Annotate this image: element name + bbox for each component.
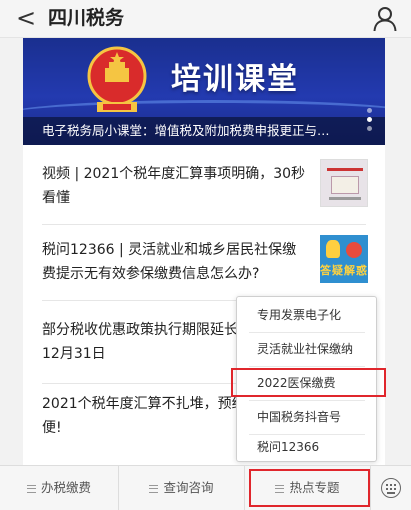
menu-item-flexible-employment[interactable]: 灵活就业社保缴纳: [237, 333, 376, 366]
carousel-dot[interactable]: [367, 108, 372, 113]
qa-thumbnail[interactable]: 答疑解惑: [320, 235, 368, 283]
keyboard-icon[interactable]: [381, 478, 401, 498]
menu-item-e-invoice[interactable]: 专用发票电子化: [237, 299, 376, 332]
highlight-box-menu-item: [231, 368, 386, 397]
tab-tax-payment[interactable]: 办税缴费: [0, 466, 118, 510]
page-title: 四川税务: [48, 7, 125, 29]
person-icon[interactable]: [373, 6, 397, 32]
tab-query-consult[interactable]: 查询咨询: [119, 466, 244, 510]
banner-caption[interactable]: 电子税务局小课堂：增值税及附加税费申报更正与…: [23, 117, 385, 145]
top-bar: < 四川税务: [0, 0, 411, 38]
menu-lines-icon: [149, 484, 159, 493]
training-banner[interactable]: 培训课堂 电子税务局小课堂：增值税及附加税费申报更正与…: [23, 38, 385, 145]
tab-divider: [370, 466, 371, 510]
article-title[interactable]: 视频 | 2021个税年度汇算事项明确，30秒看懂: [42, 162, 310, 210]
carousel-dot-active[interactable]: [367, 117, 372, 122]
back-chevron-icon[interactable]: <: [16, 2, 36, 34]
carousel-dots: [367, 108, 373, 142]
divider: [42, 224, 366, 225]
menu-item-12366[interactable]: 税问12366: [237, 431, 376, 464]
highlight-box-tab: [249, 469, 370, 507]
list-item[interactable]: 税问12366 | 灵活就业和城乡居民社保缴费提示无有效参保缴费信息怎么办? 答…: [23, 235, 385, 287]
doc-thumbnail[interactable]: [320, 159, 368, 207]
menu-item-douyin[interactable]: 中国税务抖音号: [237, 401, 376, 434]
menu-lines-icon: [26, 484, 36, 493]
list-item[interactable]: 视频 | 2021个税年度汇算事项明确，30秒看懂: [23, 159, 385, 211]
article-title[interactable]: 税问12366 | 灵活就业和城乡居民社保缴费提示无有效参保缴费信息怎么办?: [42, 238, 310, 286]
banner-title: 培训课堂: [171, 62, 299, 97]
carousel-dot[interactable]: [367, 126, 372, 131]
national-emblem-icon: [87, 46, 147, 112]
